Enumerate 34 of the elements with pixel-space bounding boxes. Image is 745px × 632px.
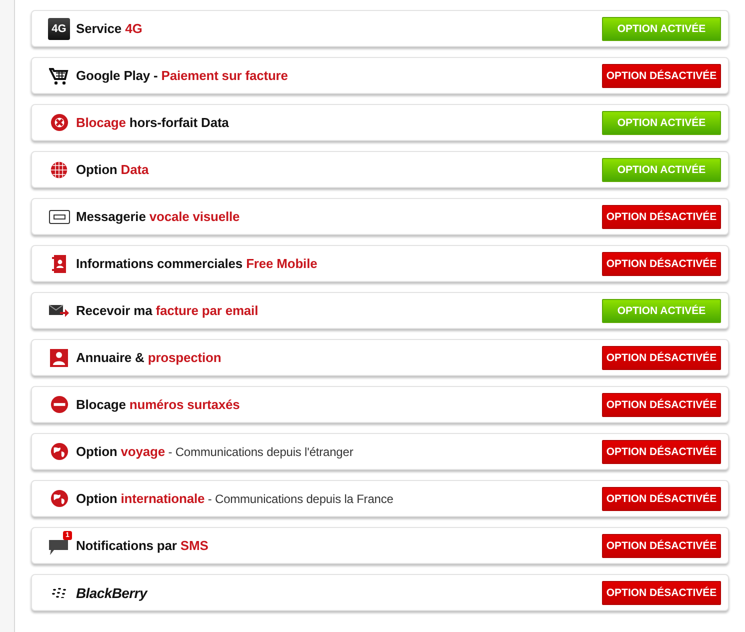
- option-label: Option voyage - Communications depuis l'étranger: [76, 444, 354, 459]
- contact-card-icon: [50, 348, 68, 366]
- option-label: Blocage hors-forfait Data: [76, 115, 230, 130]
- option-label: Service 4G: [76, 21, 144, 36]
- option-toggle-button[interactable]: OPTION DÉSACTIVÉE: [602, 252, 721, 276]
- option-label: Notifications par SMS: [76, 538, 210, 553]
- option-toggle-button[interactable]: OPTION DÉSACTIVÉE: [602, 580, 721, 604]
- cassette-icon: [48, 210, 70, 224]
- option-label: Option internationale - Communications depuis la France: [76, 491, 394, 506]
- brand-logo: BlackBerry: [76, 584, 149, 600]
- option-label: Recevoir ma facture par email: [76, 303, 260, 318]
- option-label: Blocage numéros surtaxés: [76, 397, 241, 412]
- option-label: Informations commerciales Free Mobile: [76, 256, 318, 271]
- option-toggle-button[interactable]: OPTION DÉSACTIVÉE: [602, 392, 721, 416]
- envelope-icon: [49, 304, 69, 318]
- network-icon: 4G: [48, 18, 70, 40]
- option-label: Annuaire & prospection: [76, 350, 222, 365]
- option-toggle-button[interactable]: OPTION DÉSACTIVÉE: [602, 346, 721, 370]
- globe-icon: [50, 160, 68, 178]
- option-label: Option Data: [76, 162, 150, 177]
- option-toggle-button[interactable]: OPTION DÉSACTIVÉE: [602, 486, 721, 510]
- globe-icon: [50, 442, 68, 461]
- option-toggle-button[interactable]: OPTION DÉSACTIVÉE: [602, 64, 721, 88]
- option-toggle-button[interactable]: OPTION DÉSACTIVÉE: [602, 204, 721, 228]
- blackberry-dots-icon: [52, 588, 66, 598]
- minus-circle-icon: [50, 395, 68, 414]
- block-icon: [50, 113, 68, 132]
- option-toggle-button[interactable]: OPTION DÉSACTIVÉE: [602, 440, 721, 464]
- option-label: Google Play - Paiement sur facture: [76, 68, 289, 83]
- option-toggle-button[interactable]: OPTION DÉSACTIVÉE: [602, 534, 721, 558]
- contact-book-icon: [52, 254, 66, 274]
- globe-icon: [50, 489, 68, 508]
- option-label: Messagerie vocale visuelle: [76, 209, 241, 224]
- cart-icon: [49, 66, 69, 86]
